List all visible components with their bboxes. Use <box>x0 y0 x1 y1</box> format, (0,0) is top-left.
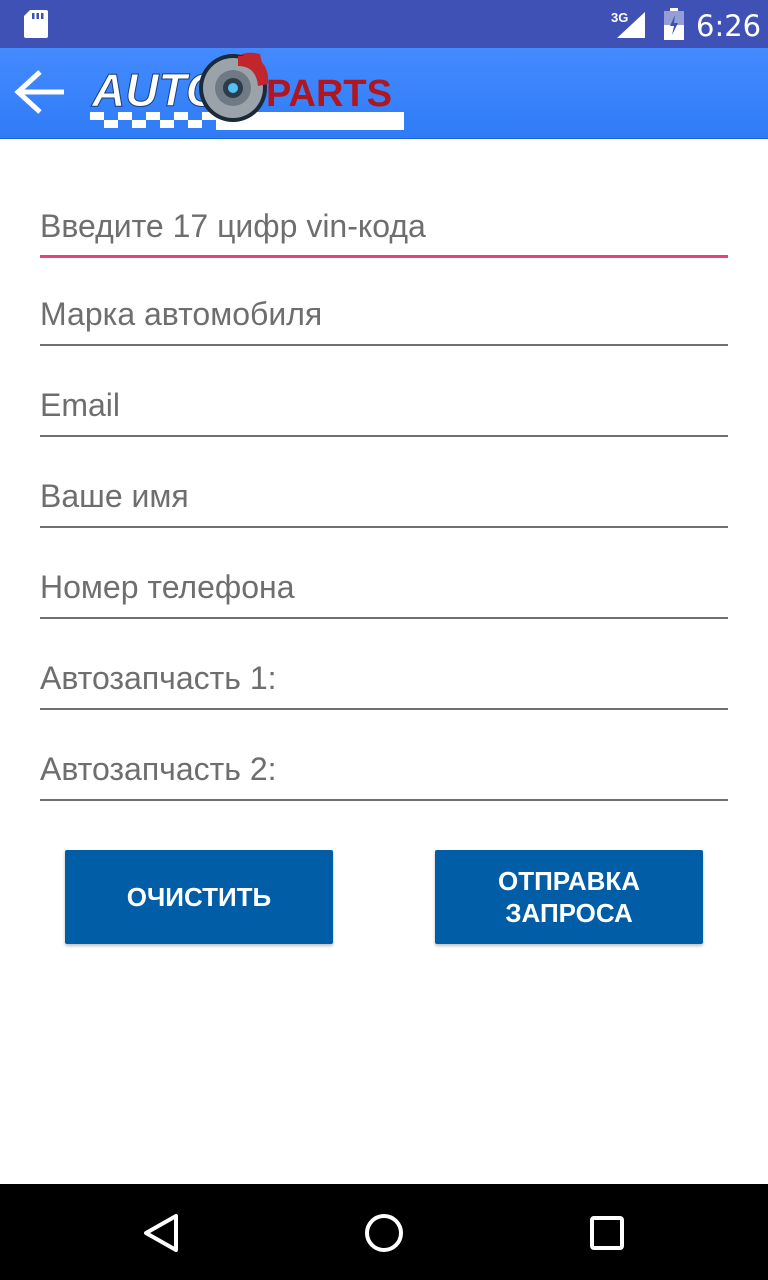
logo-text-parts: PARTS <box>266 73 392 115</box>
autoparts-logo: AUTO PARTS <box>90 52 404 130</box>
email-field[interactable] <box>40 377 728 437</box>
email-input[interactable] <box>40 377 728 433</box>
car-brand-input[interactable] <box>40 286 728 342</box>
phone-field[interactable] <box>40 559 728 619</box>
part-1-input[interactable] <box>40 650 728 706</box>
field-underline <box>40 526 728 528</box>
field-underline <box>40 708 728 710</box>
app-bar: AUTO PARTS <box>0 48 768 139</box>
part-2-field[interactable] <box>40 741 728 801</box>
signal-icon <box>617 12 645 38</box>
battery-icon <box>664 8 684 40</box>
nav-recents-icon[interactable] <box>582 1208 632 1258</box>
arrow-back-icon[interactable] <box>10 66 70 118</box>
field-underline <box>40 255 728 258</box>
name-field[interactable] <box>40 468 728 528</box>
field-underline <box>40 344 728 346</box>
status-bar: 3G 6:26 <box>0 0 768 48</box>
status-clock: 6:26 <box>696 9 762 43</box>
clear-button[interactable]: ОЧИСТИТЬ <box>65 850 333 944</box>
navigation-bar <box>0 1184 768 1280</box>
part-2-input[interactable] <box>40 741 728 797</box>
phone-input[interactable] <box>40 559 728 615</box>
nav-home-icon[interactable] <box>359 1208 409 1258</box>
sd-card-icon <box>24 10 48 38</box>
name-input[interactable] <box>40 468 728 524</box>
nav-back-icon[interactable] <box>136 1208 186 1258</box>
car-brand-field[interactable] <box>40 286 728 346</box>
vin-code-input[interactable] <box>40 198 728 254</box>
field-underline <box>40 435 728 437</box>
vin-code-field[interactable] <box>40 198 728 258</box>
field-underline <box>40 617 728 619</box>
field-underline <box>40 799 728 801</box>
part-1-field[interactable] <box>40 650 728 710</box>
send-request-button[interactable]: ОТПРАВКА ЗАПРОСА <box>435 850 703 944</box>
